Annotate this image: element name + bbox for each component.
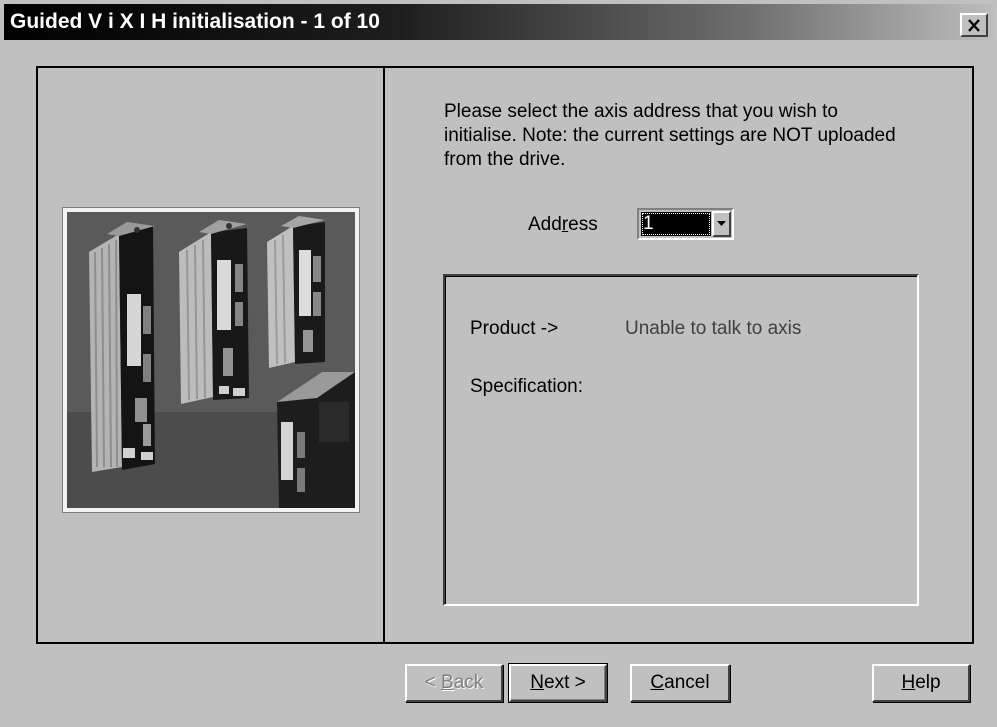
close-x-icon	[968, 18, 980, 32]
intro-text: Please select the axis address that you …	[444, 101, 896, 170]
next-button[interactable]: Next >	[508, 663, 608, 703]
window-title: Guided V i X I H initialisation - 1 of 1…	[10, 10, 380, 33]
axis-info-box: Product -> Unable to talk to axis Specif…	[443, 274, 919, 606]
back-button[interactable]: < Back	[405, 664, 503, 702]
address-select[interactable]: 1	[637, 208, 734, 240]
address-dropdown-button[interactable]	[712, 211, 731, 237]
help-button[interactable]: Help	[872, 664, 970, 702]
address-value[interactable]: 1	[641, 212, 711, 236]
product-image	[62, 207, 360, 513]
address-label: Address	[528, 214, 598, 235]
wizard-dialog: Guided V i X I H initialisation - 1 of 1…	[0, 0, 997, 727]
title-bar[interactable]: Guided V i X I H initialisation - 1 of 1…	[4, 4, 993, 40]
panel-divider	[383, 68, 385, 642]
product-label: Product ->	[470, 318, 559, 339]
product-value: Unable to talk to axis	[625, 318, 802, 339]
chevron-down-icon	[717, 221, 726, 226]
cancel-button[interactable]: Cancel	[630, 664, 730, 702]
specification-label: Specification:	[470, 376, 584, 397]
content-frame: Please select the axis address that you …	[36, 66, 974, 644]
close-button[interactable]	[960, 13, 988, 37]
